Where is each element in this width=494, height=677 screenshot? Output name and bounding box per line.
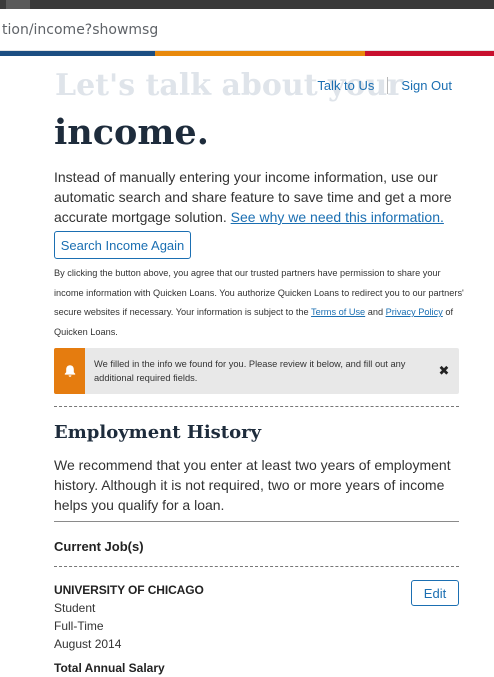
brand-stripe-orange: [155, 51, 365, 56]
browser-tab[interactable]: [6, 0, 30, 9]
browser-top-chrome: [0, 0, 494, 9]
section-divider-solid: [54, 521, 459, 522]
top-nav: Talk to Us Sign Out: [317, 77, 452, 94]
nav-divider: [387, 77, 389, 94]
bell-icon: [54, 348, 85, 394]
brand-stripe-blue: [0, 51, 155, 56]
alert-message: We filled in the info we found for you. …: [94, 359, 406, 383]
current-jobs-heading: Current Job(s): [54, 539, 144, 554]
disclaimer-text: By clicking the button above, you agree …: [54, 264, 466, 342]
url-text[interactable]: tion/income?showmsg: [2, 22, 158, 38]
bell-icon-svg: [64, 365, 75, 377]
disclaimer-and: and: [365, 307, 386, 318]
jobs-divider-dotted: [54, 566, 459, 567]
talk-to-us-link[interactable]: Talk to Us: [317, 78, 374, 93]
employment-history-heading: Employment History: [54, 422, 262, 443]
why-info-link[interactable]: See why we need this information.: [231, 209, 444, 225]
info-alert: We filled in the info we found for you. …: [54, 348, 459, 394]
job-title: Student: [54, 601, 96, 615]
job-start-date: August 2014: [54, 637, 122, 651]
intro-paragraph: Instead of manually entering your income…: [54, 167, 464, 227]
privacy-policy-link[interactable]: Privacy Policy: [386, 307, 443, 317]
job-company: UNIVERSITY OF CHICAGO: [54, 583, 204, 597]
close-icon[interactable]: ✖: [429, 348, 459, 394]
search-income-button[interactable]: Search Income Again: [54, 231, 191, 259]
employment-description: We recommend that you enter at least two…: [54, 457, 451, 513]
terms-of-use-link[interactable]: Terms of Use: [311, 307, 365, 317]
address-bar[interactable]: tion/income?showmsg: [0, 9, 494, 51]
job-type: Full-Time: [54, 619, 104, 633]
brand-stripe-red: [365, 51, 494, 56]
edit-job-button[interactable]: Edit: [411, 580, 459, 606]
total-annual-salary-label: Total Annual Salary: [54, 661, 165, 675]
section-divider-dotted: [54, 406, 459, 407]
sign-out-link[interactable]: Sign Out: [401, 78, 452, 93]
page-title: income.: [54, 112, 209, 153]
